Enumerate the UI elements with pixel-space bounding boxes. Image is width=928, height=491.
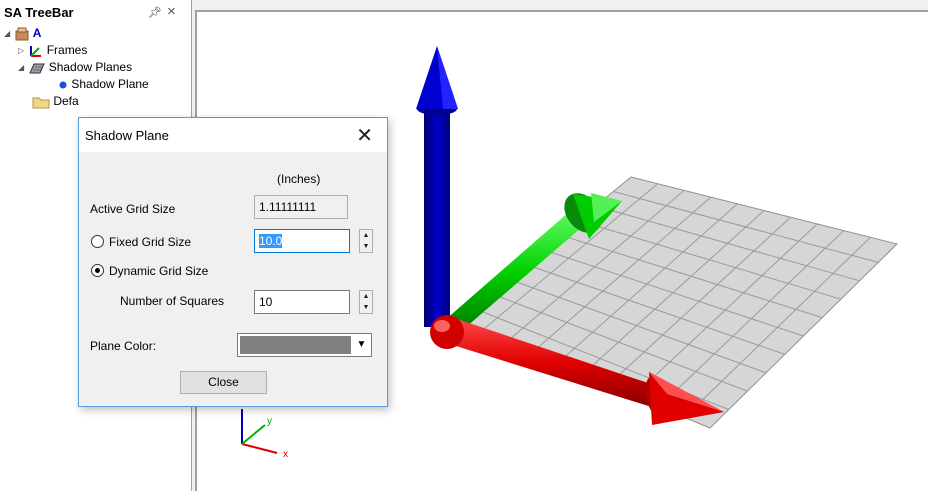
- shadow-plane-dialog: Shadow Plane ✕ (Inches) Active Grid Size…: [78, 117, 388, 407]
- dynamic-grid-radio[interactable]: [91, 264, 104, 277]
- treebar-title: SA TreeBar: [4, 5, 74, 20]
- plane-icon: [29, 63, 46, 74]
- dot-icon: [59, 81, 67, 89]
- fixed-grid-label[interactable]: Fixed Grid Size: [109, 235, 191, 249]
- spin-up-icon[interactable]: ▲: [360, 291, 372, 302]
- fixed-grid-value: 10.0: [259, 234, 283, 248]
- collection-icon: [15, 27, 29, 41]
- triad-y-label: y: [267, 416, 272, 427]
- fixed-grid-input[interactable]: 10.0: [254, 229, 350, 253]
- pin-icon[interactable]: 📌︎: [148, 6, 162, 19]
- dialog-title: Shadow Plane: [85, 128, 169, 143]
- treebar-header: SA TreeBar 📌︎ ×: [0, 0, 191, 26]
- units-label: (Inches): [277, 172, 321, 186]
- treebar-close-icon[interactable]: ×: [167, 3, 176, 20]
- z-axis-arrow: [416, 46, 458, 327]
- close-button[interactable]: Close: [180, 371, 267, 394]
- fixed-grid-stepper[interactable]: ▲ ▼: [359, 229, 373, 253]
- dynamic-grid-label[interactable]: Dynamic Grid Size: [109, 264, 208, 278]
- close-icon[interactable]: ✕: [356, 123, 373, 148]
- expanded-arrow-icon[interactable]: ◢: [4, 29, 12, 38]
- active-grid-field: 1.11111111: [254, 195, 348, 219]
- plane-color-combo[interactable]: ▼: [237, 333, 372, 357]
- squares-input[interactable]: 10: [254, 290, 350, 314]
- orientation-triad: x y: [241, 409, 288, 460]
- tree-item-label: A: [32, 26, 42, 40]
- tree-item-shadow-planes[interactable]: ◢ Shadow Planes: [18, 60, 132, 77]
- collapsed-arrow-icon[interactable]: ▷: [18, 46, 26, 55]
- tree-item-shadow-plane[interactable]: Shadow Plane: [58, 77, 149, 94]
- squares-label: Number of Squares: [120, 294, 225, 308]
- tree-item-default[interactable]: Defa: [32, 94, 79, 111]
- folder-icon: [32, 97, 50, 109]
- tree-item-label: Shadow Plane: [71, 77, 149, 91]
- frames-icon: [30, 45, 42, 57]
- tree-item-label: Frames: [46, 43, 88, 57]
- fixed-grid-radio[interactable]: [91, 235, 104, 248]
- squares-stepper[interactable]: ▲ ▼: [359, 290, 373, 314]
- tree-item-label: Defa: [53, 94, 79, 108]
- spin-up-icon[interactable]: ▲: [360, 230, 372, 241]
- tree-item-label: Shadow Planes: [48, 60, 133, 74]
- tree-item-frames[interactable]: ▷ Frames: [18, 43, 87, 60]
- triad-x-label: x: [283, 449, 288, 460]
- tree-item-a[interactable]: ◢ A: [4, 26, 41, 43]
- dialog-titlebar[interactable]: Shadow Plane ✕: [79, 118, 387, 152]
- plane-color-label: Plane Color:: [90, 339, 157, 353]
- plane-color-swatch: [240, 336, 351, 354]
- spin-down-icon[interactable]: ▼: [360, 302, 372, 313]
- spin-down-icon[interactable]: ▼: [360, 241, 372, 252]
- active-grid-label: Active Grid Size: [90, 202, 176, 216]
- expanded-arrow-icon[interactable]: ◢: [18, 63, 26, 72]
- chevron-down-icon[interactable]: ▼: [352, 334, 371, 356]
